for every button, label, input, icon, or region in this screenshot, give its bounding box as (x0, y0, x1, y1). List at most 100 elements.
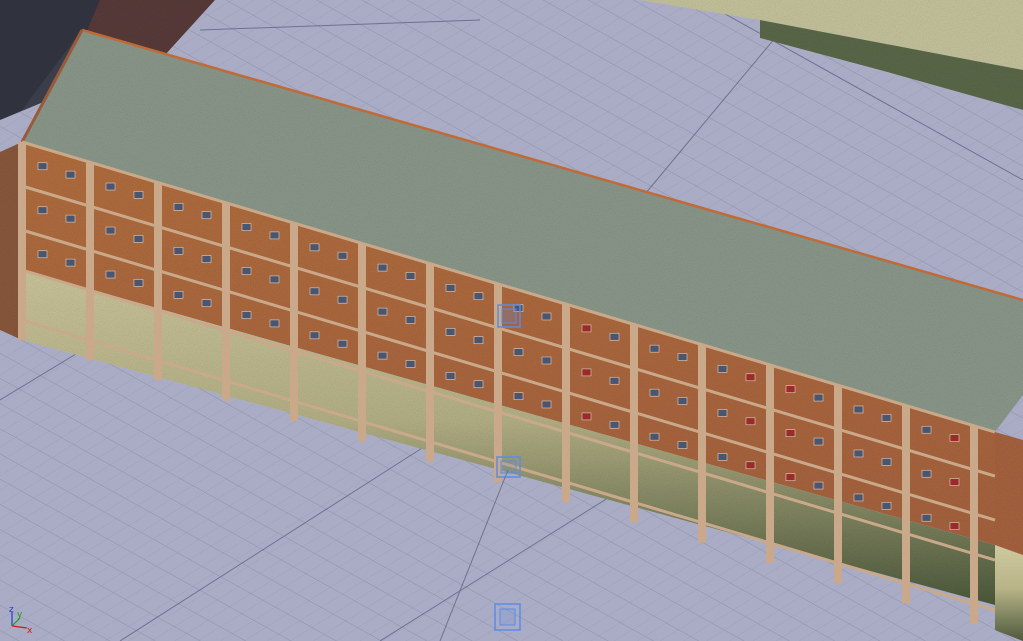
facade-window (377, 351, 388, 360)
facade-window (133, 235, 144, 243)
facade-window (37, 250, 48, 259)
facade-window (173, 203, 184, 211)
facade-pillar (562, 304, 570, 503)
facade-pillar (86, 162, 94, 361)
facade-window (609, 376, 620, 385)
facade-window (717, 409, 728, 417)
facade-window (949, 478, 960, 486)
facade-window (677, 397, 688, 405)
facade-pillar (426, 263, 434, 462)
facade-window (473, 380, 484, 389)
facade-window (649, 344, 660, 353)
3d-viewport[interactable]: z y x (0, 0, 1023, 641)
facade-window (269, 231, 280, 240)
facade-window (405, 316, 416, 324)
facade-window (133, 191, 144, 199)
facade-window (65, 258, 76, 267)
viewport-canvas[interactable]: z y x (0, 0, 1023, 641)
facade-pillar (834, 385, 842, 584)
facade-window (813, 393, 824, 402)
facade-window (337, 339, 348, 348)
facade-window (65, 214, 76, 223)
facade-window (745, 373, 756, 382)
facade-pillar (290, 223, 298, 422)
facade-window (201, 211, 212, 219)
facade-window (309, 243, 320, 252)
x-axis-label: x (27, 626, 33, 636)
facade-window (677, 441, 688, 449)
facade-window (853, 493, 864, 502)
facade-window (785, 473, 796, 482)
facade-window (513, 392, 524, 400)
facade-window (269, 275, 280, 284)
facade-window (445, 328, 456, 336)
facade-window (173, 291, 184, 299)
facade-window (717, 365, 728, 373)
facade-window (269, 319, 280, 328)
facade-window (241, 223, 252, 231)
facade-window (241, 267, 252, 275)
facade-window (921, 513, 932, 522)
facade-window (337, 295, 348, 304)
facade-pillar (766, 364, 774, 563)
facade-window (921, 425, 932, 434)
facade-window (513, 348, 524, 356)
facade-window (881, 414, 892, 422)
facade-window (581, 324, 592, 333)
facade-pillar (222, 202, 230, 401)
facade-window (405, 272, 416, 280)
facade-pillar (154, 182, 162, 381)
facade-window (921, 469, 932, 478)
facade-window (609, 420, 620, 429)
facade-window (337, 251, 348, 260)
facade-window (949, 434, 960, 442)
facade-window (677, 353, 688, 361)
facade-pillar (358, 243, 366, 442)
facade-window (813, 437, 824, 446)
facade-window (541, 400, 552, 409)
facade-window (881, 458, 892, 466)
facade-window (473, 336, 484, 345)
facade-window (65, 170, 76, 179)
facade-window (785, 385, 796, 394)
facade-pillar (18, 142, 26, 340)
facade-window (581, 412, 592, 421)
facade-window (105, 182, 116, 191)
facade-window (813, 481, 824, 490)
facade-window (377, 263, 388, 272)
facade-window (473, 292, 484, 301)
facade-window (609, 332, 620, 341)
facade-window (405, 360, 416, 368)
facade-pillar (630, 324, 638, 523)
facade-window (581, 368, 592, 377)
facade-window (745, 461, 756, 470)
facade-window (949, 522, 960, 530)
facade-window (745, 417, 756, 426)
facade-window (785, 429, 796, 438)
facade-window (201, 255, 212, 263)
facade-window (37, 162, 48, 171)
facade-window (309, 287, 320, 296)
facade-pillar (698, 344, 706, 543)
facade-window (201, 299, 212, 307)
facade-pillar (970, 425, 978, 624)
facade-window (853, 405, 864, 414)
facade-window (377, 307, 388, 316)
facade-window (133, 279, 144, 287)
facade-window (853, 449, 864, 458)
facade-window (445, 372, 456, 380)
facade-window (541, 312, 552, 321)
facade-window (881, 502, 892, 510)
facade-window (717, 453, 728, 461)
facade-window (541, 356, 552, 365)
facade-window (445, 284, 456, 292)
facade-window (649, 388, 660, 397)
facade-window (105, 270, 116, 279)
facade-window (649, 432, 660, 441)
facade-window (309, 331, 320, 340)
facade-window (37, 206, 48, 215)
z-axis-label: z (9, 605, 14, 615)
facade-window (241, 311, 252, 319)
facade-window (105, 226, 116, 235)
facade-pillar (902, 405, 910, 604)
